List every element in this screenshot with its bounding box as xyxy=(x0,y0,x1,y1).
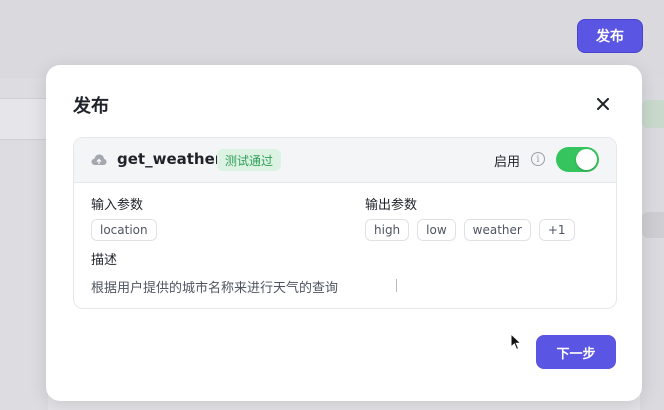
input-params-label: 输入参数 xyxy=(91,198,144,213)
description-text: 根据用户提供的城市名称来进行天气的查询 xyxy=(91,281,339,296)
input-param-chip: location xyxy=(91,219,157,241)
background-publish-button: 发布 xyxy=(577,19,643,53)
input-params-list: location xyxy=(91,219,157,241)
enable-toggle[interactable] xyxy=(556,147,599,172)
background-right-green-tab xyxy=(642,100,664,128)
output-params-list: high low weather +1 xyxy=(365,219,575,241)
tool-card: get_weather 测试通过 启用 i 输入参数 location 输出参数… xyxy=(73,137,617,309)
info-icon[interactable]: i xyxy=(531,152,545,166)
output-param-chip: high xyxy=(365,219,410,241)
mouse-cursor-icon xyxy=(510,333,522,351)
tool-card-header: get_weather 测试通过 启用 i xyxy=(74,138,616,183)
close-icon xyxy=(597,98,609,110)
toggle-knob xyxy=(576,149,597,170)
background-left-row xyxy=(0,98,48,140)
output-param-chip: weather xyxy=(463,219,531,241)
next-step-button[interactable]: 下一步 xyxy=(536,335,616,369)
enable-label: 启用 xyxy=(494,155,521,170)
tool-name: get_weather xyxy=(117,150,223,168)
text-caret xyxy=(396,279,397,292)
cloud-icon xyxy=(91,154,107,165)
status-badge: 测试通过 xyxy=(217,149,282,171)
dialog-title: 发布 xyxy=(73,96,109,117)
output-param-chip: low xyxy=(417,219,456,241)
publish-dialog: 发布 get_weather 测试通过 启用 i 输入参数 location 输… xyxy=(46,65,642,401)
output-param-more-chip[interactable]: +1 xyxy=(538,219,575,241)
output-params-label: 输出参数 xyxy=(365,198,418,213)
close-button[interactable] xyxy=(592,93,614,115)
background-right-grey-tab xyxy=(642,212,664,238)
description-label: 描述 xyxy=(91,253,118,268)
